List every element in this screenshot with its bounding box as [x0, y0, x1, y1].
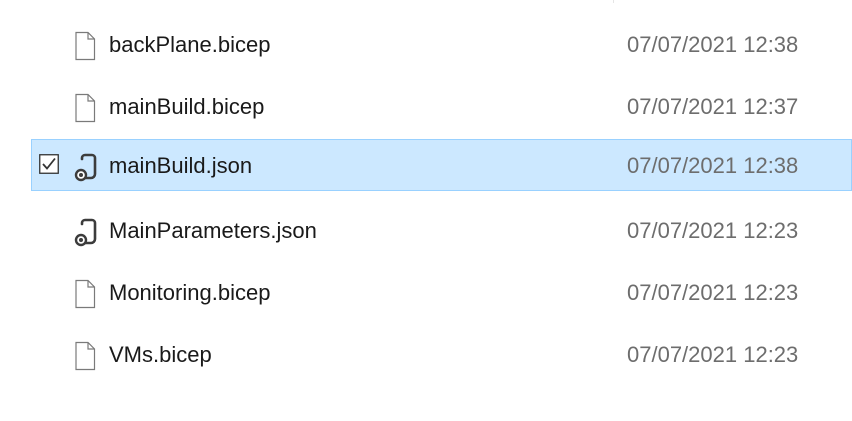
json-file-icon [74, 153, 97, 182]
blank-file-icon [75, 341, 96, 371]
file-name: MainParameters.json [109, 218, 317, 243]
file-row-mainbuild-bicep[interactable]: mainBuild.bicep 07/07/2021 12:37 [31, 80, 852, 132]
column-divider[interactable] [613, 0, 614, 3]
file-date-modified: 07/07/2021 12:23 [627, 280, 799, 305]
file-name: backPlane.bicep [109, 32, 271, 57]
file-date-modified: 07/07/2021 12:37 [627, 94, 799, 119]
file-name: mainBuild.bicep [109, 94, 265, 119]
selection-checkbox[interactable] [39, 154, 59, 174]
file-row-mainbuild-json[interactable]: mainBuild.json 07/07/2021 12:38 [31, 139, 852, 191]
blank-file-icon [75, 93, 96, 123]
file-list: backPlane.bicep 07/07/2021 12:38 mainBui… [0, 0, 852, 421]
file-date-modified: 07/07/2021 12:23 [627, 342, 799, 367]
file-name: mainBuild.json [109, 153, 253, 178]
file-date-modified: 07/07/2021 12:38 [627, 153, 799, 178]
blank-file-icon [75, 31, 96, 61]
file-date-modified: 07/07/2021 12:23 [627, 218, 799, 243]
file-row-vms-bicep[interactable]: VMs.bicep 07/07/2021 12:23 [31, 328, 852, 380]
file-name: Monitoring.bicep [109, 280, 271, 305]
file-date-modified: 07/07/2021 12:38 [627, 32, 799, 57]
file-row-backplane-bicep[interactable]: backPlane.bicep 07/07/2021 12:38 [31, 18, 852, 70]
file-name: VMs.bicep [109, 342, 212, 367]
blank-file-icon [75, 279, 96, 309]
json-file-icon [74, 218, 97, 247]
file-row-mainparameters-json[interactable]: MainParameters.json 07/07/2021 12:23 [31, 204, 852, 256]
file-row-monitoring-bicep[interactable]: Monitoring.bicep 07/07/2021 12:23 [31, 266, 852, 318]
